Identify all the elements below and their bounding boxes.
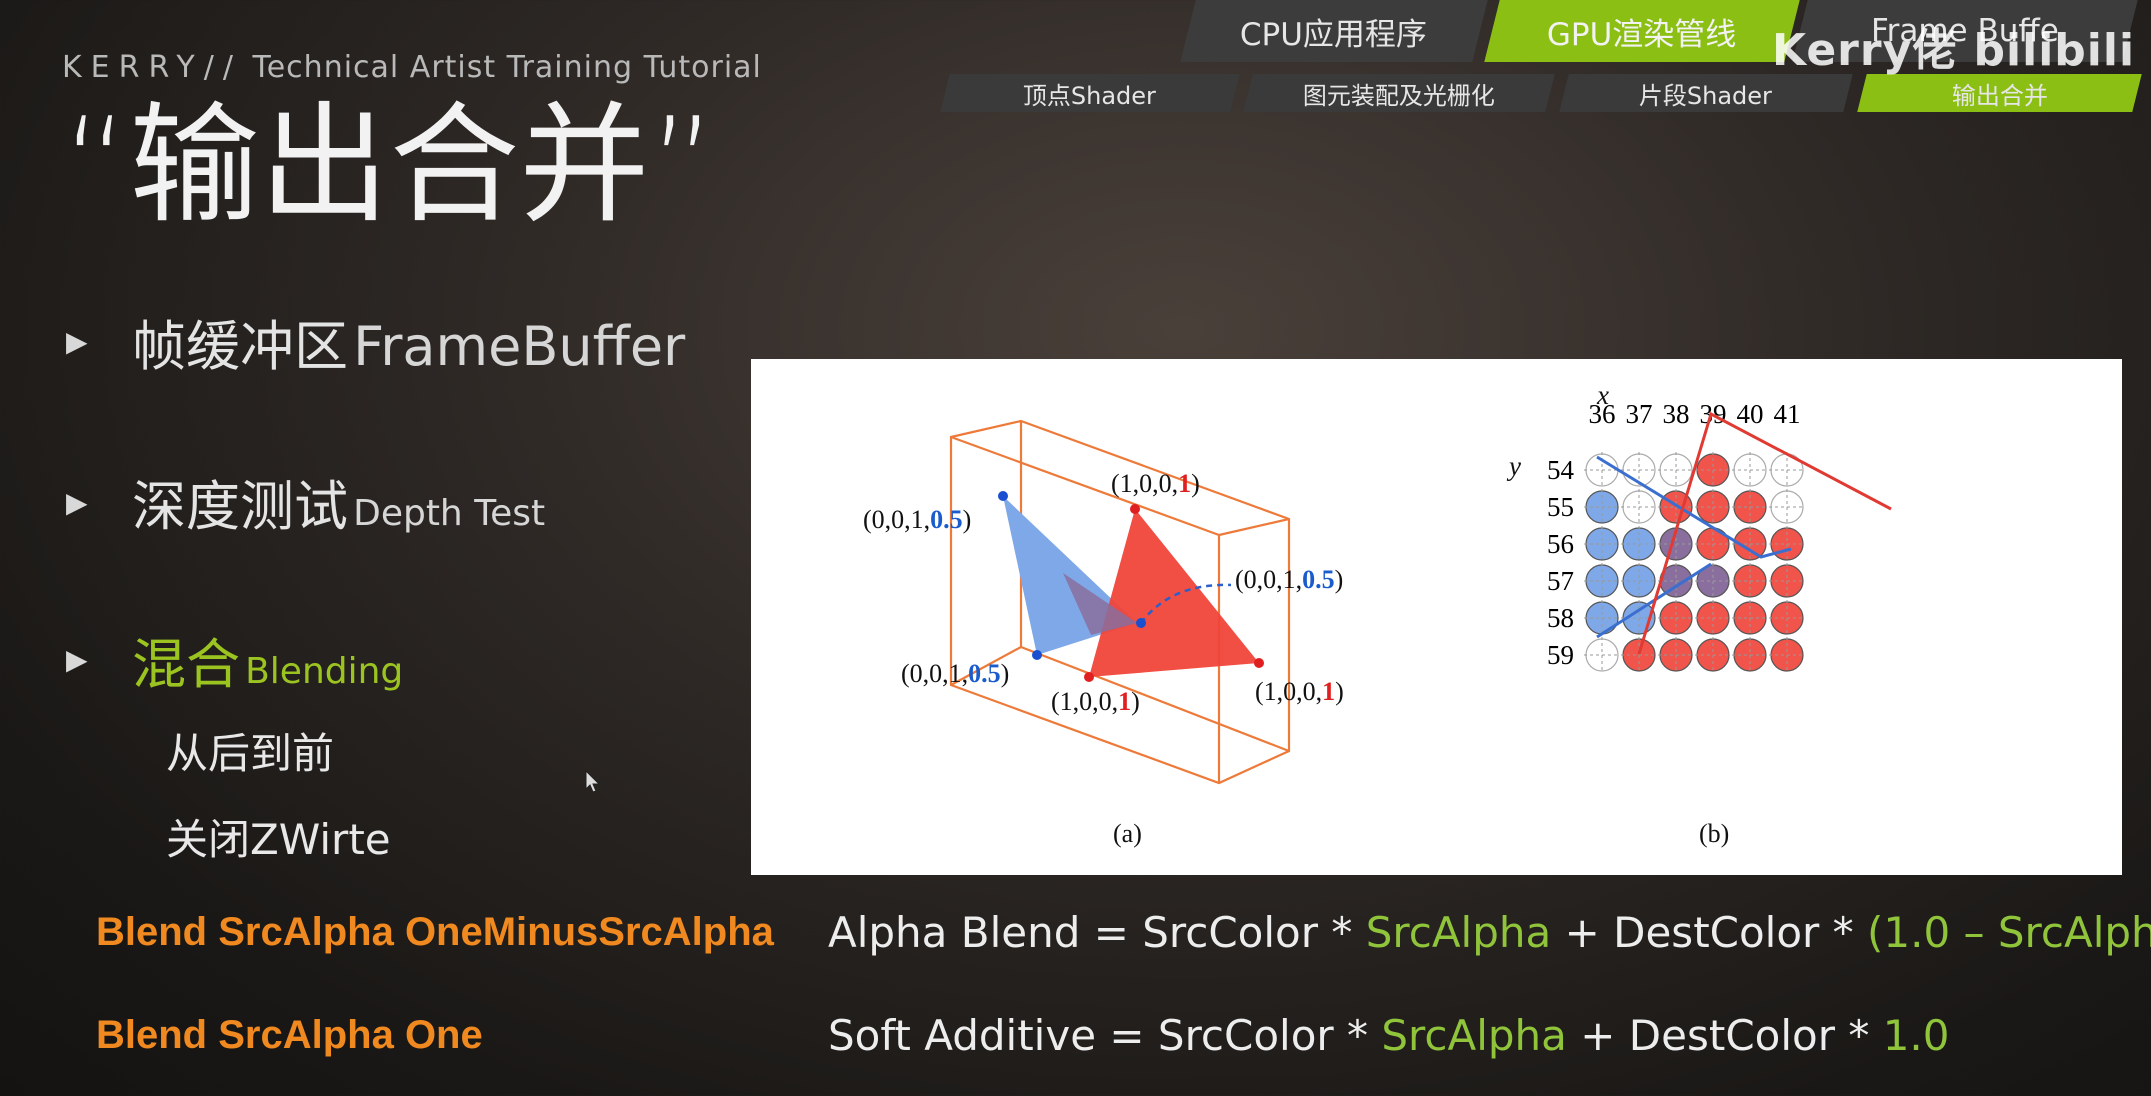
vertex-dot [998,491,1008,501]
blend-code-additive: Blend SrcAlpha One [96,1013,483,1057]
bullet-framebuffer: 帧缓冲区 FrameBuffer [132,302,685,381]
figure-b-caption: (b) [1699,819,1729,848]
column-label: 38 [1663,399,1690,429]
tutorial-subtitle: Technical Artist Training Tutorial [252,50,762,85]
bullet-cn: 深度测试 [132,475,348,538]
tutorial-header: KERRY// Technical Artist Training Tutori… [62,50,762,85]
row-label: 58 [1547,603,1574,633]
mouse-cursor-icon [585,770,601,793]
red-triangle [1089,509,1259,677]
bullet-en: FrameBuffer [353,315,686,378]
vertex-label: (1,0,0,1) [1255,677,1344,706]
figure-b: 36 37 38 39 40 41545556575859 [1547,399,1892,673]
bilibili-watermark: Kerry佬 bilibili [1772,25,2136,76]
page-title: “输出合并” [62,89,717,241]
vertex-dot [1084,672,1094,682]
vertex-label: (0,0,1,0.5) [863,505,971,534]
nav-sub-output-merger[interactable]: 输出合并 [1857,74,2142,112]
nav-tab-gpu[interactable]: GPU渲染管线 [1484,0,1800,62]
vertex-label: (0,0,1,0.5) [901,659,1009,688]
figure-svg: (0,0,1,0.5) (1,0,0,1) (0,0,1,0.5) (0,0,1… [863,380,1892,848]
vertex-label: (1,0,0,1) [1111,469,1200,498]
y-axis-label: y [1506,451,1521,481]
row-label: 59 [1547,640,1574,670]
bullet-en: Blending [245,651,404,692]
row-label: 55 [1547,492,1574,522]
column-label: 40 [1737,399,1764,429]
row-label: 54 [1547,455,1575,485]
vertex-dot [1254,658,1264,668]
row-label: 57 [1547,566,1574,596]
formula-alpha-blend: Alpha Blend = SrcColor * SrcAlpha + Dest… [828,908,2151,957]
nav-sub-rasterization[interactable]: 图元装配及光栅化 [1243,74,1555,112]
formula-soft-additive: Soft Additive = SrcColor * SrcAlpha + De… [828,1011,1950,1060]
bullet-arrow-icon: ▶ [66,486,88,519]
blending-figure: (0,0,1,0.5) (1,0,0,1) (0,0,1,0.5) (0,0,1… [751,359,2122,875]
x-axis-label: x [1596,380,1609,410]
column-label: 41 [1774,399,1801,429]
sub-item-zwrite-off: 关闭ZWirte [166,815,391,864]
sub-item-back-to-front: 从后到前 [166,729,335,778]
nav-sub-fragment-shader[interactable]: 片段Shader [1559,74,1853,112]
box-edge [1218,517,1290,537]
figure-a-caption: (a) [1113,819,1142,848]
bullet-depth-test: 深度测试 Depth Test [132,462,545,541]
bullet-cn: 混合 [132,633,240,696]
kerry-brand: KERRY// [62,50,242,85]
vertex-dot [1032,650,1042,660]
vertex-dot [1136,618,1146,628]
vertex-dot [1130,504,1140,514]
nav-tab-cpu[interactable]: CPU应用程序 [1180,0,1488,62]
bullet-arrow-icon: ▶ [66,643,88,676]
row-label: 56 [1547,529,1574,559]
bullet-en: Depth Test [353,493,546,534]
blend-code-alpha: Blend SrcAlpha OneMinusSrcAlpha [96,910,774,954]
vertex-label: (0,0,1,0.5) [1235,565,1343,594]
bullet-blending: 混合 Blending [132,620,403,699]
bullet-arrow-icon: ▶ [66,325,88,358]
bullet-cn: 帧缓冲区 [132,315,348,378]
nav-sub-vertex-shader[interactable]: 顶点Shader [940,74,1240,112]
vertex-label: (1,0,0,1) [1051,687,1140,716]
column-label: 37 [1626,399,1653,429]
